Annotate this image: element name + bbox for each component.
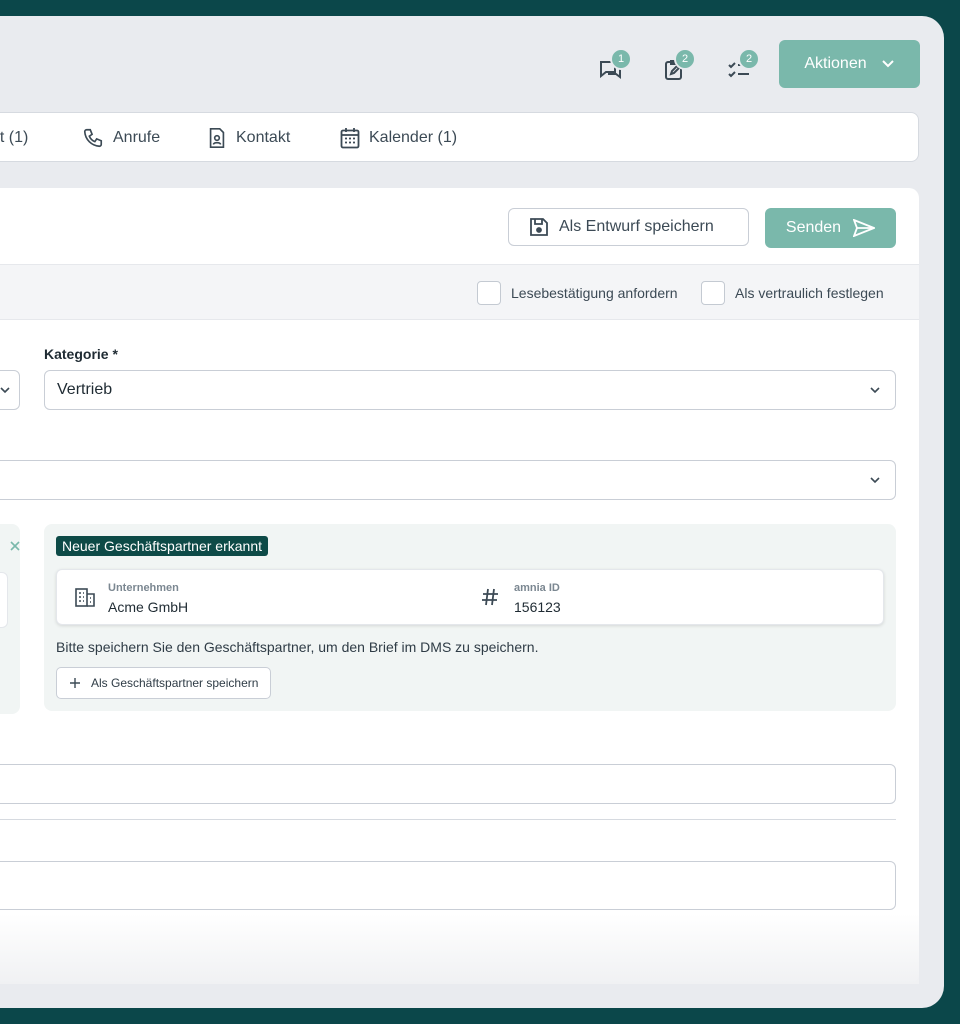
partner-info-box: Unternehmen Acme GmbH amnia ID 156123 <box>56 569 884 625</box>
company-label: Unternehmen <box>108 582 179 594</box>
tab-anrufe-label: Anrufe <box>113 129 161 146</box>
confidential-label: Als vertraulich festlegen <box>735 285 884 301</box>
compose-card: Als Entwurf speichern Senden Lesebestäti… <box>0 188 919 984</box>
building-icon <box>75 588 95 607</box>
close-icon[interactable] <box>10 540 20 552</box>
tab-chat[interactable]: at (1) <box>0 113 28 163</box>
save-partner-button[interactable]: Als Geschäftspartner speichern <box>56 667 272 699</box>
tasks-edit-badge: 2 <box>674 48 696 70</box>
tab-kalender-label: Kalender (1) <box>369 129 458 146</box>
chevron-down-icon <box>870 477 880 484</box>
messages-button[interactable]: 1 <box>598 48 632 82</box>
recipient-select[interactable] <box>0 460 896 500</box>
left-panel <box>0 524 20 714</box>
tab-kontakt-label: Kontakt <box>236 129 291 146</box>
confidential-checkbox[interactable]: Als vertraulich festlegen <box>701 281 884 305</box>
body-input[interactable] <box>0 861 896 910</box>
checklist-badge: 2 <box>738 48 760 70</box>
send-label: Senden <box>785 219 842 236</box>
form-divider <box>0 819 896 820</box>
calendar-icon <box>340 128 360 149</box>
plus-icon <box>70 678 80 688</box>
read-receipt-label: Lesebestätigung anfordern <box>511 285 678 301</box>
id-value: 156123 <box>514 599 561 615</box>
chevron-down-icon <box>0 387 10 394</box>
app-window: 1 2 2 Aktionen at (1) Anrufe Ko <box>0 16 944 1008</box>
category-value: Vertrieb <box>57 381 113 398</box>
chevron-down-icon <box>870 387 880 394</box>
category-label: Kategorie * <box>44 346 118 362</box>
new-partner-tag: Neuer Geschäftspartner erkannt <box>56 536 268 556</box>
contact-icon <box>209 128 225 148</box>
messages-badge: 1 <box>610 48 632 70</box>
partner-hint: Bitte speichern Sie den Geschäftspartner… <box>56 639 539 655</box>
tab-kalender[interactable]: Kalender (1) <box>340 113 457 163</box>
subject-input[interactable] <box>0 764 896 804</box>
options-bar: Lesebestätigung anfordern Als vertraulic… <box>0 264 919 320</box>
partner-panel: Neuer Geschäftspartner erkannt Unternehm… <box>44 524 896 711</box>
left-panel-box <box>0 572 8 628</box>
read-receipt-box[interactable] <box>477 281 501 305</box>
save-draft-label: Als Entwurf speichern <box>559 218 714 235</box>
tasks-edit-button[interactable]: 2 <box>662 48 696 82</box>
send-button[interactable]: Senden <box>765 208 896 248</box>
chevron-down-icon <box>881 60 894 68</box>
save-partner-label: Als Geschäftspartner speichern <box>91 676 259 690</box>
phone-icon <box>83 128 103 148</box>
tab-anrufe[interactable]: Anrufe <box>82 113 160 163</box>
category-select[interactable]: Vertrieb <box>44 370 896 410</box>
hash-icon <box>482 588 498 606</box>
bottom-fade <box>0 914 919 984</box>
tab-chat-label: at (1) <box>0 129 29 146</box>
floppy-disk-icon <box>530 218 548 236</box>
actions-label: Aktionen <box>804 55 867 72</box>
company-value: Acme GmbH <box>108 599 189 615</box>
paper-plane-icon <box>853 219 876 237</box>
save-draft-button[interactable]: Als Entwurf speichern <box>508 208 749 246</box>
tab-kontakt[interactable]: Kontakt <box>207 113 290 163</box>
read-receipt-checkbox[interactable]: Lesebestätigung anfordern <box>477 281 678 305</box>
left-select[interactable] <box>0 370 20 410</box>
id-label: amnia ID <box>514 582 560 594</box>
tab-bar: at (1) Anrufe Kontakt Kalender (1) <box>0 112 919 162</box>
actions-button[interactable]: Aktionen <box>779 40 920 88</box>
checklist-button[interactable]: 2 <box>726 48 760 82</box>
confidential-box[interactable] <box>701 281 725 305</box>
